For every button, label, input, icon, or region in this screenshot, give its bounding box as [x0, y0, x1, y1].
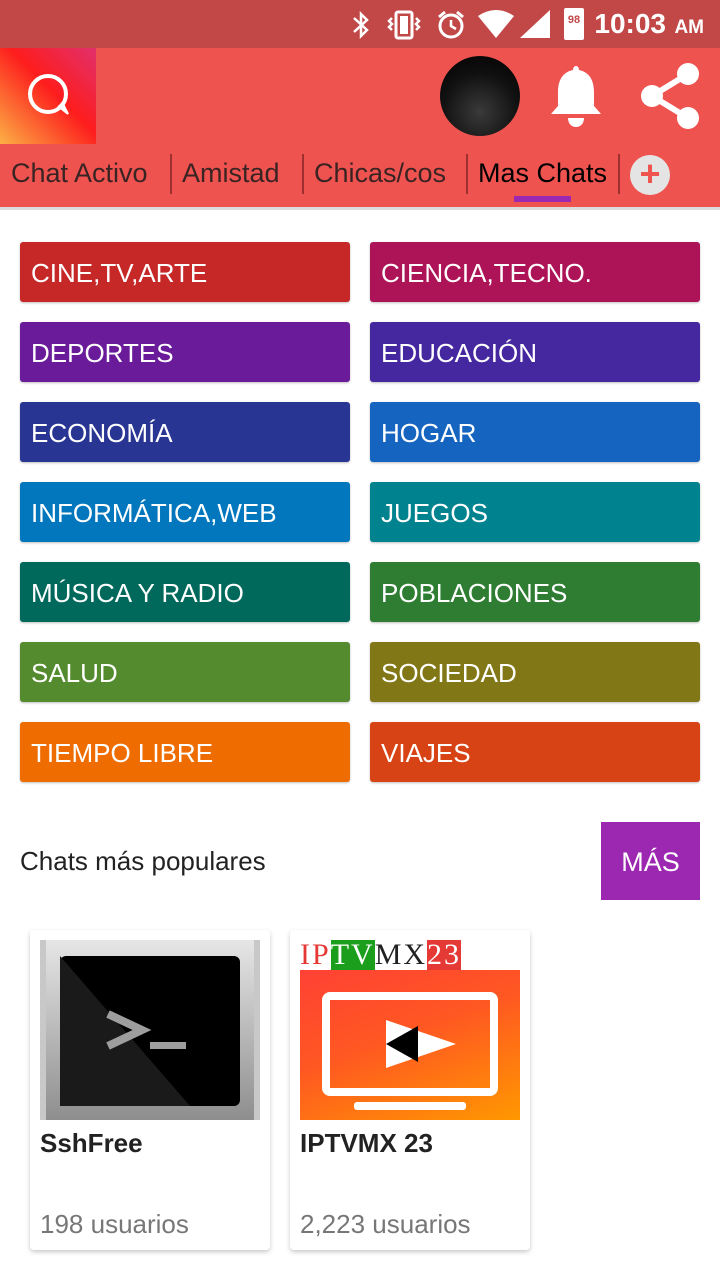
category-button[interactable]: CIENCIA,TECNO. — [370, 242, 700, 302]
thumb-letter: X — [403, 940, 428, 970]
status-bar: 98 10:03 AM — [0, 0, 720, 48]
app-logo[interactable] — [0, 48, 96, 144]
tab-divider — [170, 154, 172, 194]
tv-play-icon — [322, 992, 498, 1110]
category-button[interactable]: DEPORTES — [20, 322, 350, 382]
tab-divider — [466, 154, 468, 194]
category-button[interactable]: VIAJES — [370, 722, 700, 782]
chat-title: IPTVMX 23 — [300, 1128, 433, 1158]
category-button[interactable]: INFORMÁTICA,WEB — [20, 482, 350, 542]
clock-time: 10:03 — [594, 8, 666, 39]
chat-card[interactable]: IPTVMX23 IPTVMX 23 2,223 usuarios — [290, 930, 530, 1250]
category-button[interactable]: EDUCACIÓN — [370, 322, 700, 382]
share-icon[interactable] — [636, 60, 708, 132]
chat-bubble-icon — [28, 74, 69, 115]
category-button[interactable]: MÚSICA Y RADIO — [20, 562, 350, 622]
tab-divider — [618, 154, 620, 194]
more-button[interactable]: MÁS — [601, 822, 700, 900]
battery-level: 98 — [567, 14, 581, 26]
vibrate-icon — [387, 10, 421, 40]
thumb-letter: V — [351, 940, 375, 970]
active-tab-indicator — [514, 196, 571, 202]
terminal-icon — [46, 940, 254, 1120]
chat-users-count: 198 usuarios — [40, 1209, 189, 1239]
tab-mas-chats[interactable]: Mas Chats — [478, 158, 607, 189]
category-button[interactable]: TIEMPO LIBRE — [20, 722, 350, 782]
header-divider — [0, 207, 720, 210]
wifi-icon — [478, 10, 514, 38]
thumb-letter: P — [312, 940, 331, 970]
battery-icon: 98 — [564, 8, 584, 40]
category-button[interactable]: SALUD — [20, 642, 350, 702]
thumb-letter: 3 — [444, 940, 462, 970]
thumb-letter: T — [330, 940, 352, 970]
category-button[interactable]: ECONOMÍA — [20, 402, 350, 462]
add-tab-button[interactable]: + — [630, 155, 670, 195]
category-button[interactable]: CINE,TV,ARTE — [20, 242, 350, 302]
chat-users-count: 2,223 usuarios — [300, 1209, 471, 1239]
bell-icon[interactable] — [546, 62, 606, 128]
chat-thumbnail — [40, 940, 260, 1120]
chat-title: SshFree — [40, 1128, 143, 1158]
chat-card[interactable]: SshFree 198 usuarios — [30, 930, 270, 1250]
alarm-icon — [438, 10, 464, 39]
thumb-letter: I — [300, 940, 312, 970]
category-button[interactable]: HOGAR — [370, 402, 700, 462]
signal-icon — [520, 10, 550, 38]
category-button[interactable]: SOCIEDAD — [370, 642, 700, 702]
tab-chicas-cos[interactable]: Chicas/cos — [314, 158, 446, 189]
bluetooth-icon — [353, 10, 369, 40]
user-avatar[interactable] — [440, 56, 520, 136]
thumb-letter: 2 — [427, 940, 445, 970]
tab-chat-activo[interactable]: Chat Activo — [11, 158, 148, 189]
chat-thumbnail: IPTVMX23 — [300, 940, 520, 1120]
thumb-letter: M — [374, 940, 404, 970]
thumbnail-caption: IPTVMX23 — [300, 940, 520, 970]
clock-ampm: AM — [674, 17, 704, 38]
category-button[interactable]: POBLACIONES — [370, 562, 700, 622]
tab-amistad[interactable]: Amistad — [182, 158, 280, 189]
tab-divider — [302, 154, 304, 194]
category-button[interactable]: JUEGOS — [370, 482, 700, 542]
section-title: Chats más populares — [20, 846, 266, 876]
